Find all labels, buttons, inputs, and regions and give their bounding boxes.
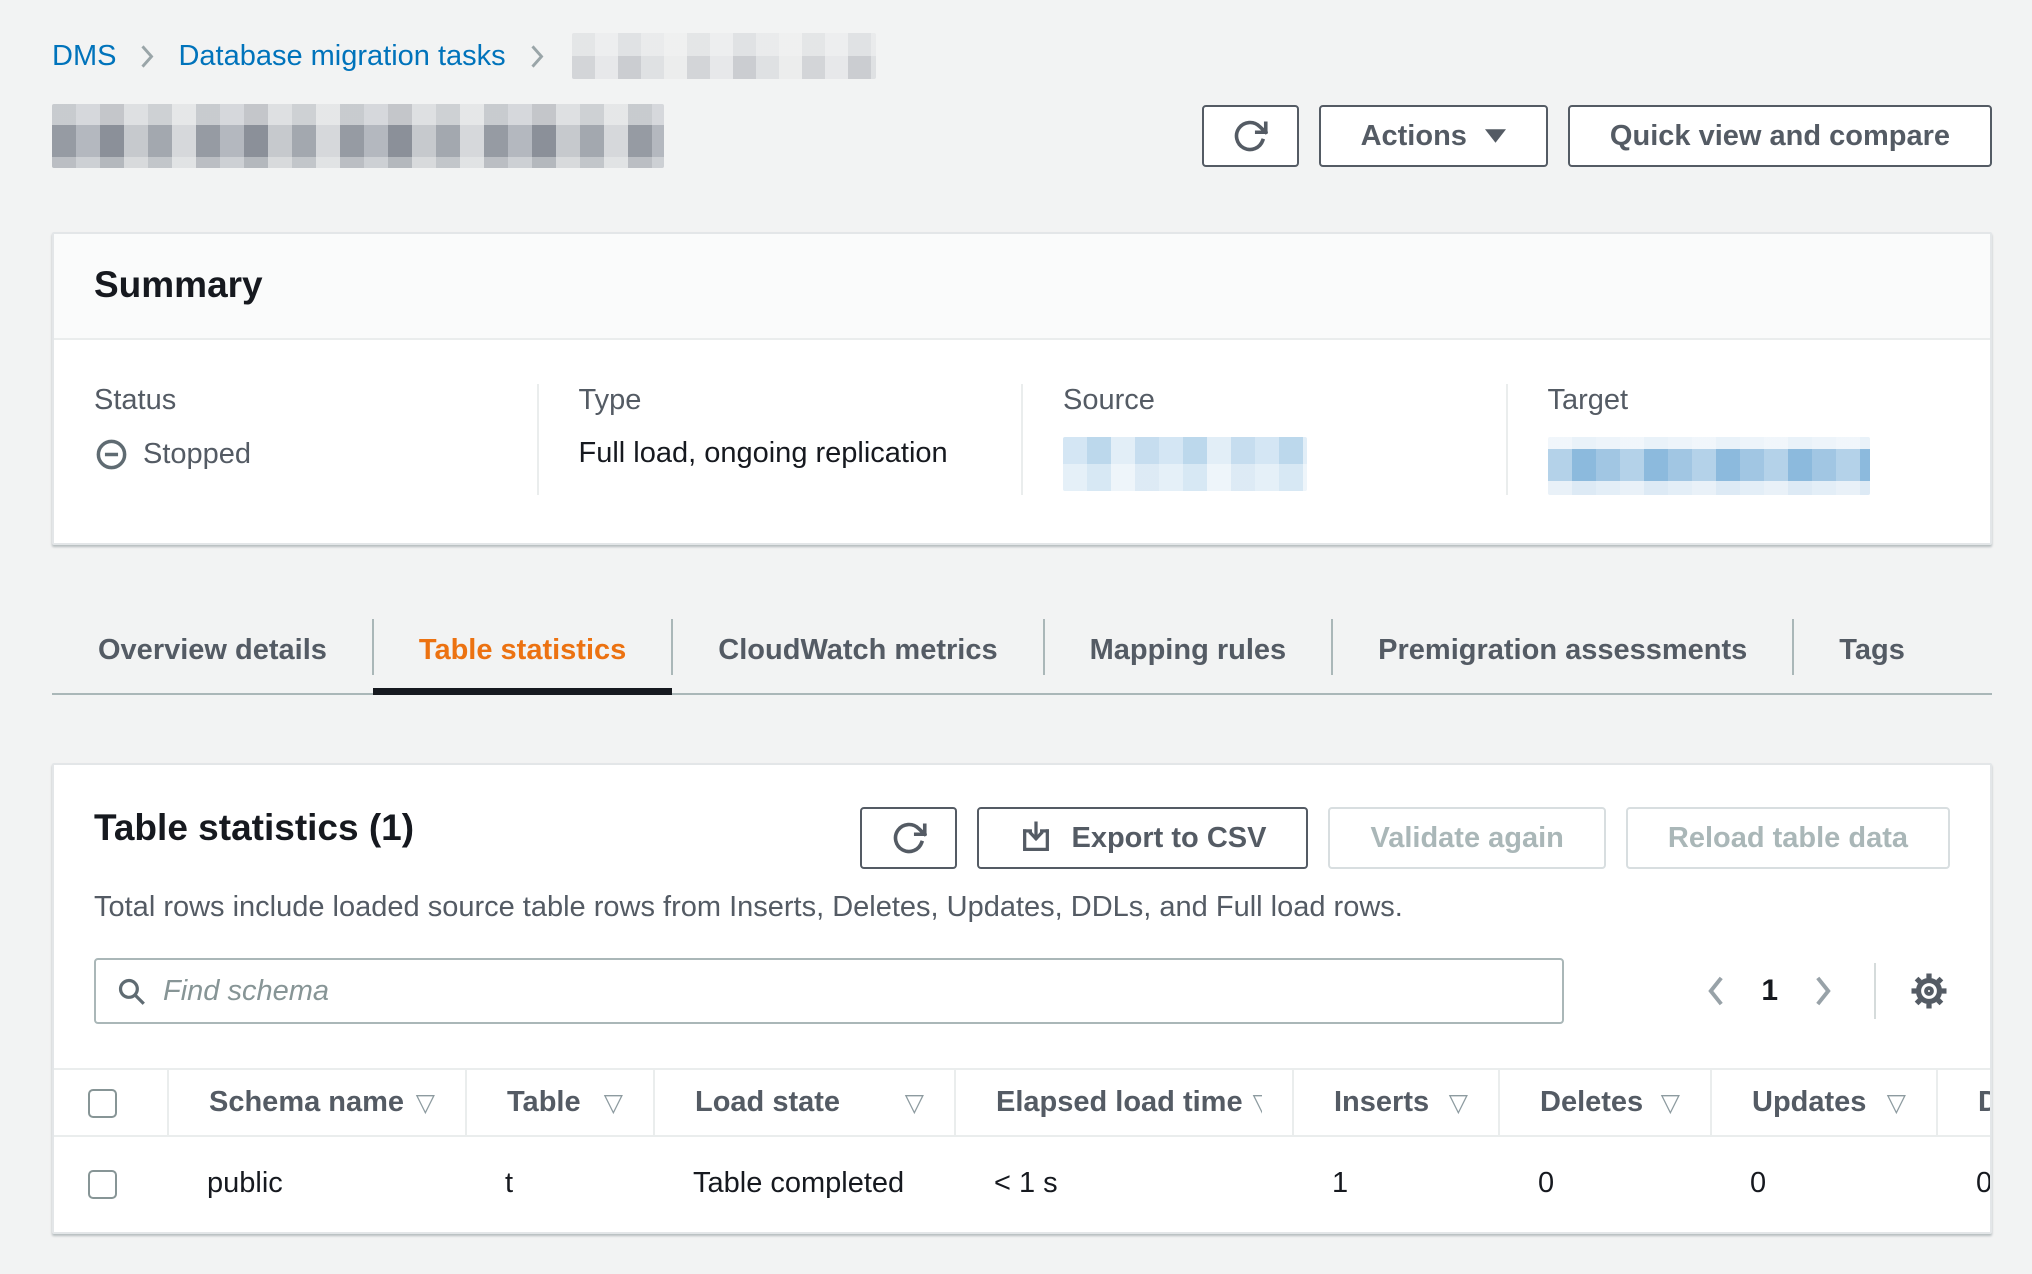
table-statistics-panel: Table statistics (1) xyxy=(52,763,1992,1234)
status-label: Status xyxy=(94,384,497,417)
column-header-schema-name[interactable]: Schema name xyxy=(209,1086,404,1119)
table-statistics-title: Table statistics (1) xyxy=(94,807,414,849)
row-checkbox[interactable] xyxy=(88,1170,117,1199)
sort-icon[interactable]: ▽ xyxy=(1661,1088,1680,1118)
source-label: Source xyxy=(1063,384,1466,417)
export-csv-button[interactable]: Export to CSV xyxy=(977,807,1308,869)
task-detail-tabs: Overview details Table statistics CloudW… xyxy=(52,609,1992,695)
validate-again-button[interactable]: Validate again xyxy=(1328,807,1605,869)
refresh-icon xyxy=(891,820,927,856)
table-refresh-button[interactable] xyxy=(860,807,957,869)
quick-view-compare-label: Quick view and compare xyxy=(1610,120,1950,153)
previous-page-button[interactable] xyxy=(1697,966,1735,1016)
column-header-deletes[interactable]: Deletes xyxy=(1540,1086,1643,1119)
tab-overview-details[interactable]: Overview details xyxy=(52,609,373,693)
summary-field-target: Target xyxy=(1506,384,1991,495)
column-header-ddls[interactable]: DDLs xyxy=(1978,1086,1992,1119)
next-page-button[interactable] xyxy=(1804,966,1842,1016)
caret-down-icon xyxy=(1485,129,1506,143)
sort-icon[interactable]: ▽ xyxy=(905,1088,924,1118)
actions-button-label: Actions xyxy=(1361,120,1467,153)
header-toolbar: Actions Quick view and compare xyxy=(1202,105,1992,167)
sort-icon[interactable]: ▽ xyxy=(1253,1088,1262,1118)
cell-updates: 0 xyxy=(1710,1137,1936,1232)
refresh-icon xyxy=(1232,118,1268,154)
sort-icon[interactable]: ▽ xyxy=(1449,1088,1468,1118)
redacted-page-title xyxy=(52,104,664,168)
status-text: Stopped xyxy=(143,438,251,471)
cell-deletes: 0 xyxy=(1498,1137,1710,1232)
tab-mapping-rules[interactable]: Mapping rules xyxy=(1044,609,1333,693)
column-header-elapsed-load-time[interactable]: Elapsed load time xyxy=(996,1086,1243,1119)
redacted-target-endpoint[interactable] xyxy=(1548,437,1870,495)
column-header-table[interactable]: Table xyxy=(507,1086,581,1119)
table-statistics-header: Table statistics (1) xyxy=(54,765,1990,869)
type-label: Type xyxy=(579,384,982,417)
breadcrumb: DMS Database migration tasks xyxy=(52,34,1992,78)
redacted-task-name xyxy=(572,33,876,79)
current-page-number[interactable]: 1 xyxy=(1745,974,1794,1008)
target-label: Target xyxy=(1548,384,1951,417)
reload-table-data-label: Reload table data xyxy=(1668,822,1908,855)
summary-field-status: Status Stopped xyxy=(54,384,537,495)
sort-icon[interactable]: ▽ xyxy=(604,1088,623,1118)
download-icon xyxy=(1019,821,1053,855)
summary-field-source: Source xyxy=(1021,384,1506,495)
table-settings-gear-icon[interactable] xyxy=(1908,970,1950,1012)
breadcrumb-link-dms[interactable]: DMS xyxy=(52,40,116,73)
chevron-right-icon xyxy=(528,43,546,70)
redacted-source-endpoint[interactable] xyxy=(1063,437,1307,491)
table-header-row: Schema name ▽ Table ▽ Load state ▽ Elaps… xyxy=(54,1068,1992,1137)
tab-cloudwatch-metrics[interactable]: CloudWatch metrics xyxy=(672,609,1043,693)
refresh-button[interactable] xyxy=(1202,105,1299,167)
table-statistics-toolbar: Export to CSV Validate again Reload tabl… xyxy=(860,807,1950,869)
breadcrumb-link-tasks[interactable]: Database migration tasks xyxy=(178,40,505,73)
stopped-status-icon xyxy=(94,437,129,472)
table-statistics-description: Total rows include loaded source table r… xyxy=(54,869,1990,924)
search-input[interactable] xyxy=(163,975,1542,1008)
pagination-divider xyxy=(1874,963,1876,1019)
type-value: Full load, ongoing replication xyxy=(579,437,982,470)
cell-schema-name: public xyxy=(167,1137,465,1232)
cell-ddls: 0 xyxy=(1936,1137,1992,1232)
status-value: Stopped xyxy=(94,437,497,472)
cell-load-state: Table completed xyxy=(653,1137,954,1232)
pagination: 1 xyxy=(1697,963,1950,1019)
summary-body: Status Stopped Type Full load, ongoing r… xyxy=(54,340,1990,543)
quick-view-compare-button[interactable]: Quick view and compare xyxy=(1568,105,1992,167)
search-icon xyxy=(116,976,147,1007)
sort-icon[interactable]: ▽ xyxy=(416,1088,435,1118)
sort-icon[interactable]: ▽ xyxy=(1887,1088,1906,1118)
summary-field-type: Type Full load, ongoing replication xyxy=(537,384,1022,495)
column-header-load-state[interactable]: Load state xyxy=(695,1086,840,1119)
column-header-inserts[interactable]: Inserts xyxy=(1334,1086,1429,1119)
summary-panel-header: Summary xyxy=(54,234,1990,340)
export-csv-label: Export to CSV xyxy=(1071,822,1266,855)
summary-title: Summary xyxy=(94,264,1950,306)
schema-search-box xyxy=(94,958,1564,1024)
tab-premigration-assessments[interactable]: Premigration assessments xyxy=(1332,609,1793,693)
select-all-checkbox[interactable] xyxy=(88,1089,117,1118)
actions-button[interactable]: Actions xyxy=(1319,105,1548,167)
cell-table: t xyxy=(465,1137,653,1232)
reload-table-data-button[interactable]: Reload table data xyxy=(1626,807,1950,869)
table-filter-row: 1 xyxy=(54,924,1990,1024)
page-header: Actions Quick view and compare xyxy=(52,104,1992,168)
tab-tags[interactable]: Tags xyxy=(1793,609,1951,693)
column-header-updates[interactable]: Updates xyxy=(1752,1086,1866,1119)
table-row: public t Table completed < 1 s 1 0 0 0 xyxy=(54,1137,1992,1232)
dms-task-page: DMS Database migration tasks Actions xyxy=(0,0,2032,1234)
cell-inserts: 1 xyxy=(1292,1137,1498,1232)
summary-panel: Summary Status Stopped Type Full load, o… xyxy=(52,232,1992,545)
validate-again-label: Validate again xyxy=(1370,822,1563,855)
tab-table-statistics[interactable]: Table statistics xyxy=(373,609,672,693)
chevron-right-icon xyxy=(138,43,156,70)
table-statistics-table: Schema name ▽ Table ▽ Load state ▽ Elaps… xyxy=(54,1068,1992,1232)
cell-elapsed-load-time: < 1 s xyxy=(954,1137,1292,1232)
